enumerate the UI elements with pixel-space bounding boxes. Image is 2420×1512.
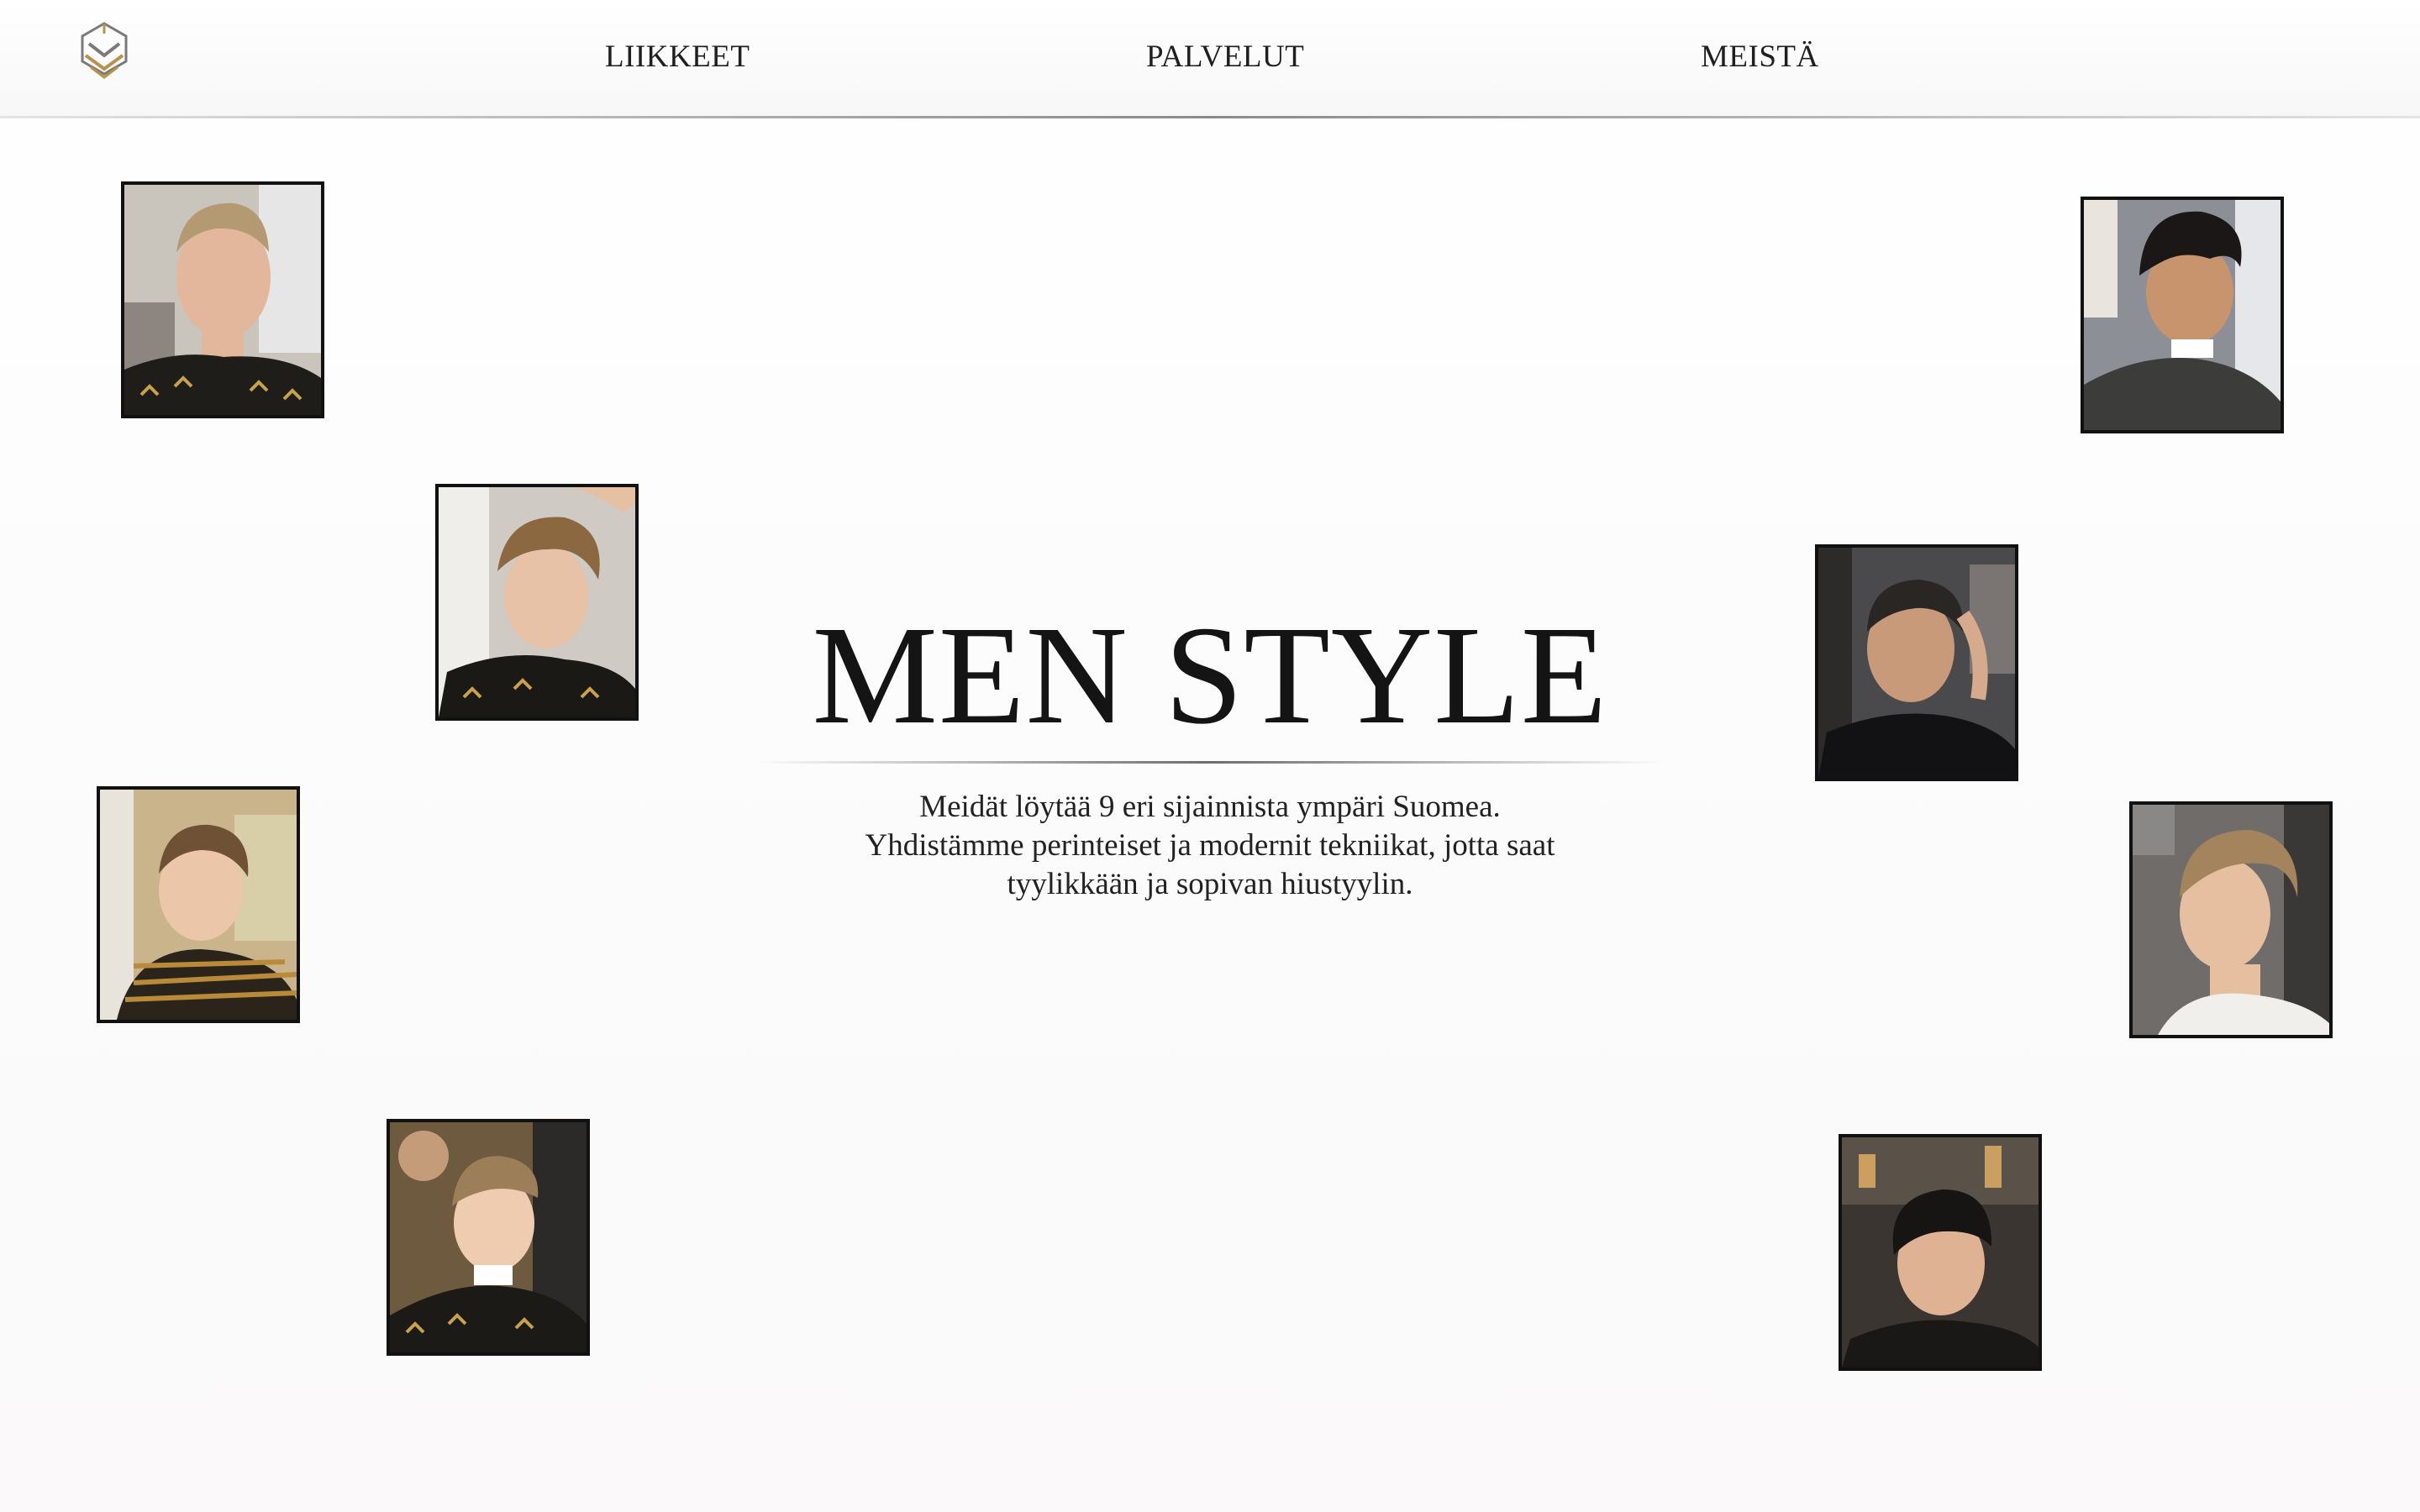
nav-link-liikkeet[interactable]: LIIKKEET [605,39,750,75]
gallery-photo-curly-taper [2081,197,2284,433]
gallery-photo-boy-side-part [97,786,300,1023]
gallery-photo-boy-textured-fringe [435,484,639,721]
nav-link-palvelut[interactable]: PALVELUT [1146,39,1304,75]
gallery-photo-man-slick-back [2129,801,2333,1038]
hero-line: Meidät löytää 9 eri sijainnista ympäri S… [919,790,1501,824]
nav-link-meista[interactable]: MEISTÄ [1701,39,1819,75]
hero-line: Yhdistämme perinteiset ja modernit tekni… [865,828,1555,863]
site-header: LIIKKEET PALVELUT MEISTÄ [0,0,2420,118]
hero-line: tyylikkään ja sopivan hiustyylin. [1007,867,1413,901]
gallery-photo-man-crop [1839,1134,2042,1371]
gallery-photo-man-crew-cut [121,181,324,418]
page: LIIKKEET PALVELUT MEISTÄ MEN STYLE Meidä… [0,0,2420,1512]
hero-description: Meidät löytää 9 eri sijainnista ympäri S… [790,788,1630,904]
gallery-photo-boy-fade [387,1119,590,1356]
ms-monogram-logo-icon[interactable] [79,22,129,89]
gallery-photo-man-skin-fade [1815,544,2018,781]
hero-divider [756,761,1664,764]
header-divider [0,116,2420,118]
hero-title: MEN STYLE [812,597,1608,753]
